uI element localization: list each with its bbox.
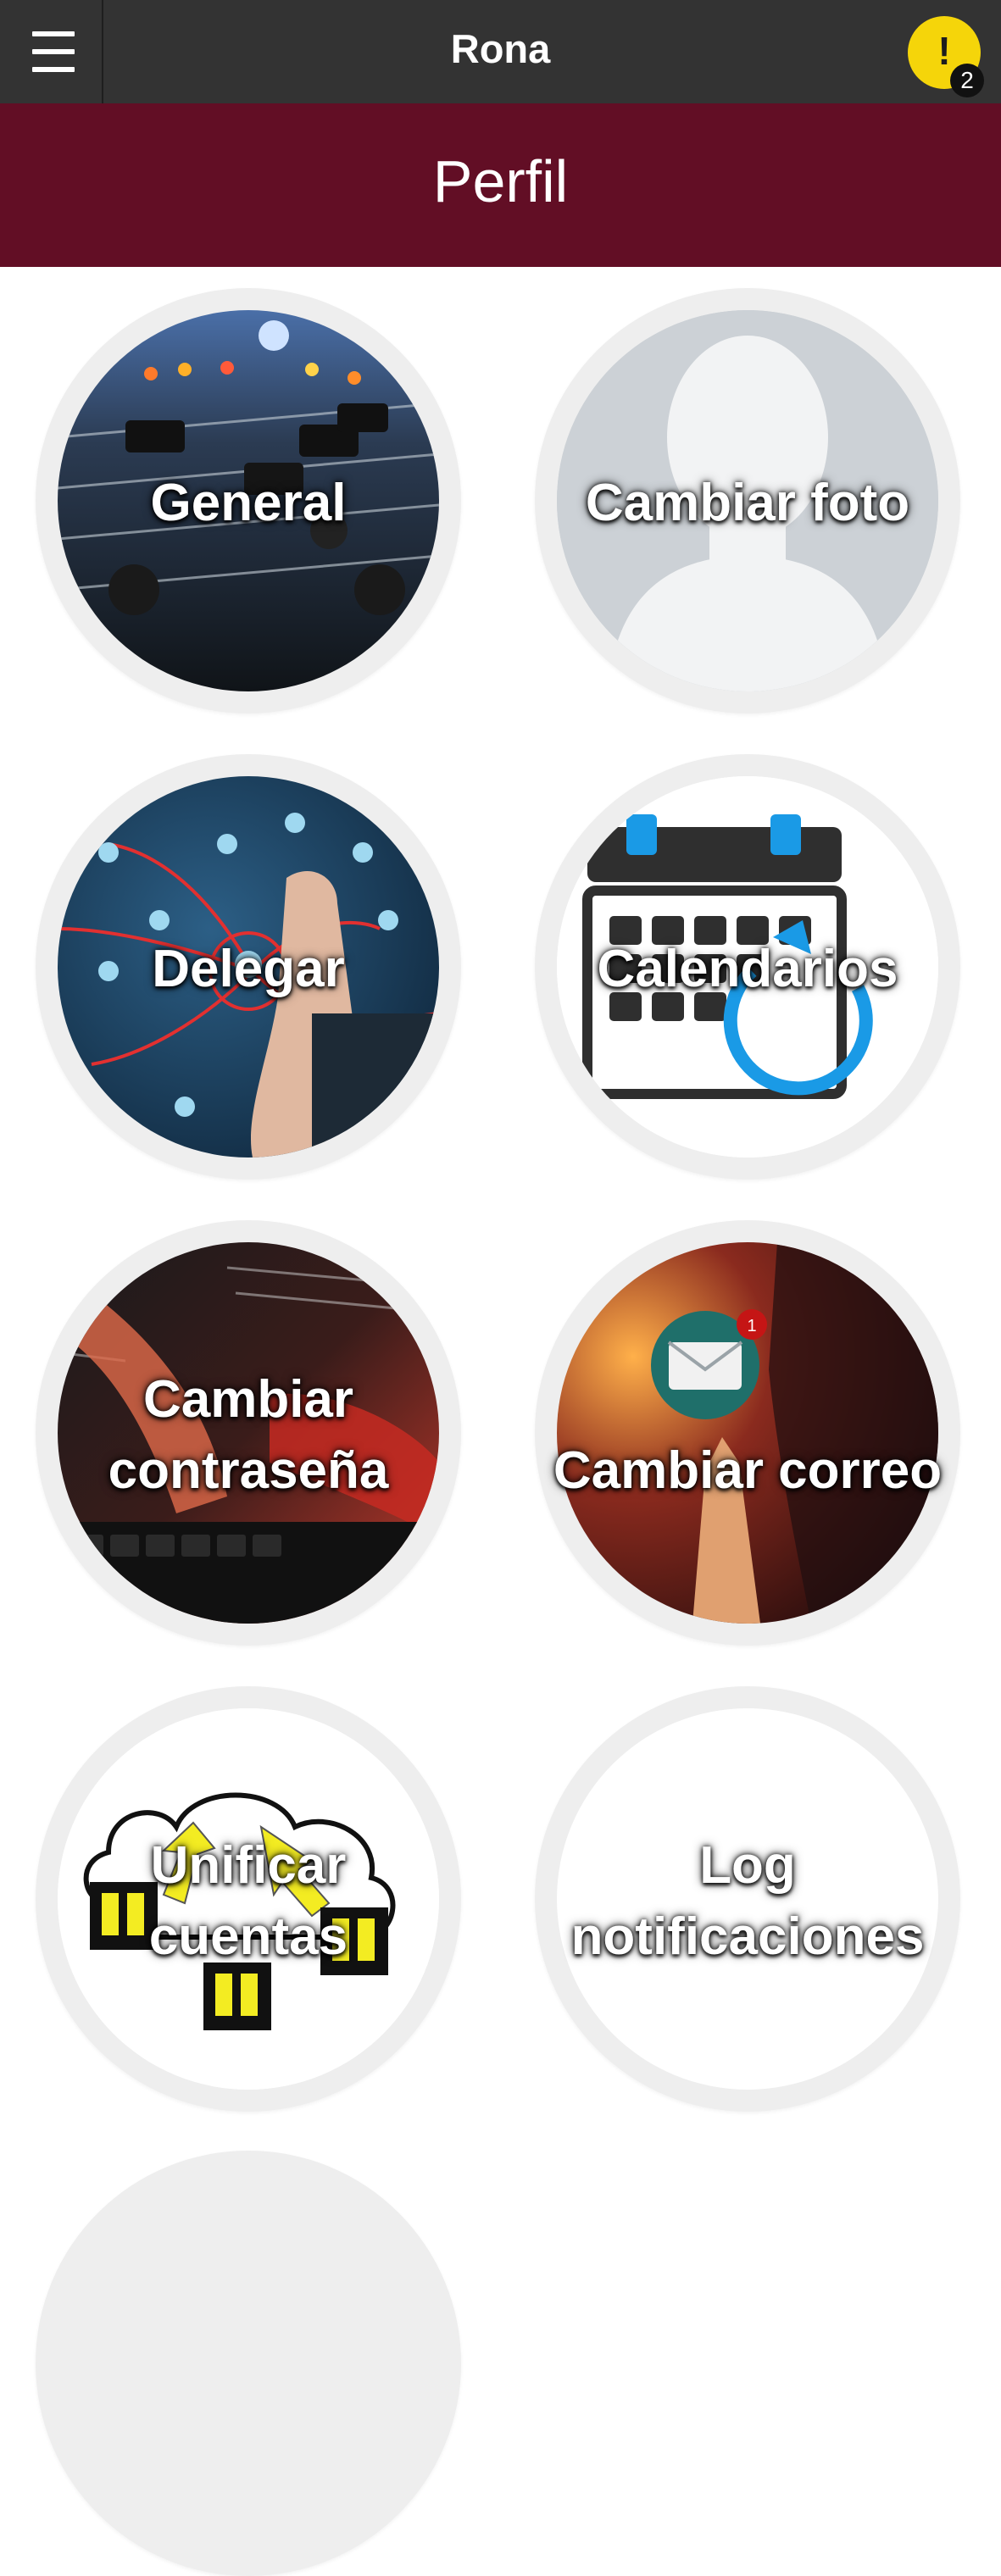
tile-label: Delegar — [152, 940, 345, 998]
tile-label: Cambiar foto — [585, 474, 910, 532]
tile-label: Unificar cuentas — [148, 1836, 348, 1966]
tile-cambiar-contrasena[interactable]: Cambiar contraseña — [36, 1220, 461, 1646]
top-app-bar: Rona ! 2 — [0, 0, 1001, 103]
tile-cambiar-foto[interactable]: Cambiar foto — [535, 288, 960, 713]
tile-general[interactable]: General — [36, 288, 461, 713]
tile-delegar[interactable]: Delegar — [36, 754, 461, 1180]
tile-label: Cambiar contraseña — [108, 1370, 389, 1500]
tile-unificar-cuentas[interactable]: Unificar cuentas — [36, 1686, 461, 2112]
tile-partial-next[interactable] — [36, 2151, 461, 2576]
tile-label: Log notificaciones — [570, 1836, 925, 1966]
notification-count-badge: 2 — [950, 64, 984, 97]
email-touch-image: 1 — [557, 1242, 938, 1624]
notifications-alert-button[interactable]: ! 2 — [908, 16, 984, 97]
tile-label: Calendarios — [597, 940, 898, 998]
app-title: Rona — [450, 26, 551, 71]
tile-label: General — [150, 474, 347, 532]
tile-log-notificaciones[interactable]: Log notificaciones — [535, 1686, 960, 2112]
tile-cambiar-correo[interactable]: 1 Cambiar correo — [535, 1220, 960, 1646]
unread-mail-badge-count: 1 — [747, 1317, 756, 1335]
tile-calendarios[interactable]: Calendarios — [535, 754, 960, 1180]
section-header: Perfil — [0, 103, 1001, 267]
page-title: Perfil — [432, 148, 569, 214]
tile-label: Cambiar correo — [553, 1441, 943, 1500]
